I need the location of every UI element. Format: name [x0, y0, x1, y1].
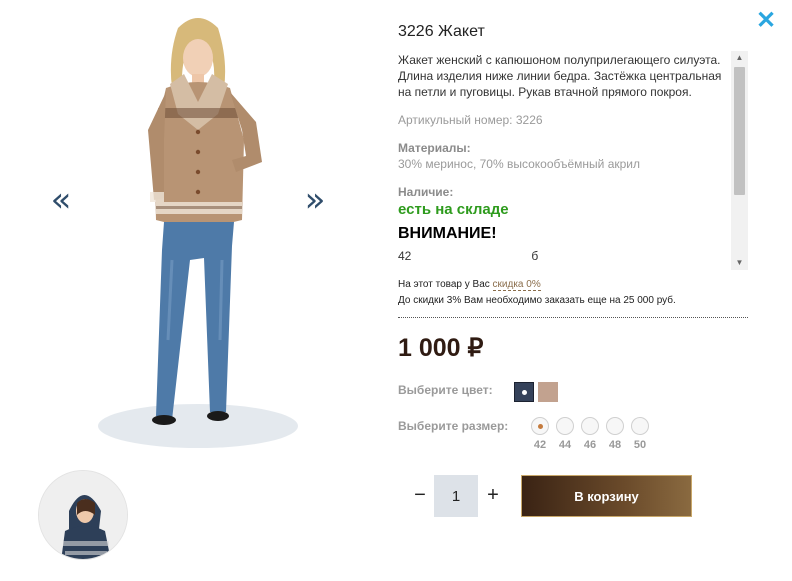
divider [398, 317, 748, 318]
discount-link[interactable]: скидка 0% [492, 279, 541, 291]
size-option-44[interactable]: 44 [555, 417, 575, 457]
product-description: Жакет женский с капюшоном полуприлегающе… [398, 53, 722, 99]
availability-value: есть на складе [398, 201, 509, 218]
color-label: Выберите цвет: [398, 383, 493, 397]
quantity-input[interactable] [434, 475, 478, 517]
size-option-42[interactable]: 42 [530, 417, 550, 457]
discount-prefix: На этот товар у Вас [398, 279, 493, 290]
radio-icon [556, 417, 574, 435]
quantity-plus-button[interactable]: + [483, 482, 503, 508]
radio-icon [606, 417, 624, 435]
add-to-cart-button[interactable]: В корзину [521, 475, 692, 517]
attention-text: 42 б [398, 249, 539, 263]
thumbnail-photo [39, 471, 127, 559]
close-icon[interactable]: ✕ [756, 9, 776, 33]
materials-label: Материалы: [398, 141, 471, 155]
size-option-48[interactable]: 48 [605, 417, 625, 457]
main-product-photo [98, 18, 298, 448]
product-title: 3226 Жакет [398, 23, 485, 40]
discount-threshold: До скидки 3% Вам необходимо заказать еще… [398, 295, 676, 306]
attention-heading: ВНИМАНИЕ! [398, 225, 497, 242]
selected-dot-icon [522, 390, 527, 395]
thumbnail-image[interactable] [38, 470, 128, 560]
radio-icon [581, 417, 599, 435]
size-option-50[interactable]: 50 [630, 417, 650, 457]
product-description-box[interactable]: Жакет женский с капюшоном полуприлегающе… [396, 50, 748, 270]
discount-info: На этот товар у Вас скидка 0% [398, 279, 541, 291]
article-number: Артикульный номер: 3226 [398, 113, 543, 127]
color-swatch-navy[interactable] [514, 382, 534, 402]
quantity-minus-button[interactable]: − [410, 482, 430, 508]
size-label: Выберите размер: [398, 419, 509, 433]
radio-icon [531, 417, 549, 435]
scrollbar-thumb[interactable] [734, 67, 745, 195]
product-price: 1 000 ₽ [398, 334, 484, 362]
next-image-arrow[interactable]: » [300, 183, 330, 217]
product-gallery: « » [0, 0, 380, 581]
prev-image-arrow[interactable]: « [46, 183, 76, 217]
color-swatch-beige[interactable] [538, 382, 558, 402]
radio-icon [631, 417, 649, 435]
availability-label: Наличие: [398, 185, 454, 199]
scroll-up-arrow-icon[interactable]: ▲ [731, 51, 748, 65]
description-scrollbar[interactable]: ▲ ▼ [731, 51, 748, 270]
size-option-46[interactable]: 46 [580, 417, 600, 457]
materials-value: 30% меринос, 70% высокообъёмный акрил [398, 157, 641, 171]
scroll-down-arrow-icon[interactable]: ▼ [731, 256, 748, 270]
